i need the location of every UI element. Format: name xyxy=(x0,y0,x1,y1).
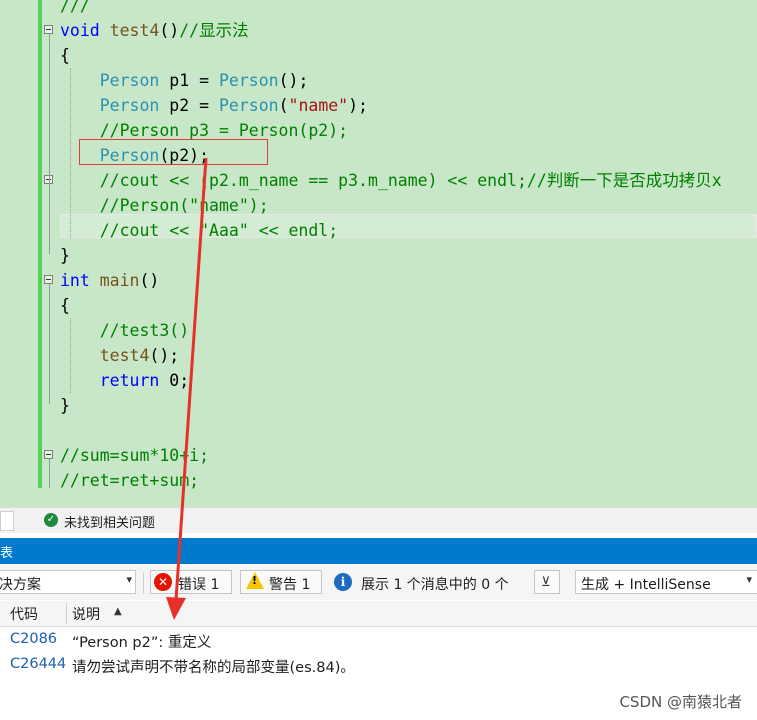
code-editor[interactable]: 6///7void test4()//显示法8{9 Person p1 = Pe… xyxy=(0,0,757,507)
code-line[interactable]: 4//sum=sum*10+i; xyxy=(0,443,757,468)
annotation-highlight-box xyxy=(79,139,268,165)
error-list-toolbar: 决方案 ▾ ✕ 错误 1 ! 警告 1 i 展示 1 个消息中的 0 个 ⊻ 生… xyxy=(0,566,757,600)
error-description: 请勿尝试声明不带名称的局部变量(es.84)。 xyxy=(72,660,355,676)
table-row[interactable]: C26444 请勿尝试声明不带名称的局部变量(es.84)。 xyxy=(0,653,757,678)
column-header-description[interactable]: 说明 xyxy=(72,604,100,624)
code-line[interactable]: 8{ xyxy=(0,43,757,68)
code-line[interactable]: 2} xyxy=(0,393,757,418)
filter-icon: ⊻ xyxy=(541,575,551,590)
fold-guide xyxy=(49,459,50,488)
code-line[interactable]: 8{ xyxy=(0,293,757,318)
column-divider[interactable] xyxy=(66,603,67,624)
error-description: “Person p2”: 重定义 xyxy=(72,635,212,651)
code-text: } xyxy=(60,246,70,265)
code-text: test4(); xyxy=(99,346,180,365)
code-line[interactable]: 0 test4(); xyxy=(0,343,757,368)
zoom-dropdown[interactable] xyxy=(0,511,14,531)
editor-status-strip: ✓ 未找到相关问题 xyxy=(0,507,757,533)
errors-label: 错误 1 xyxy=(178,577,220,593)
sort-ascending-icon: ▲ xyxy=(114,606,122,617)
code-line[interactable]: 1 return 0; xyxy=(0,368,757,393)
code-line[interactable]: 9 Person p1 = Person(); xyxy=(0,68,757,93)
code-text: } xyxy=(60,396,70,415)
table-row[interactable]: C2086 “Person p2”: 重定义 xyxy=(0,628,757,653)
indent-guide xyxy=(70,68,72,238)
code-line[interactable]: 7int main() xyxy=(0,268,757,293)
code-line[interactable]: 4 //Person("name"); xyxy=(0,193,757,218)
error-list-title-bar: 表 xyxy=(0,538,757,564)
error-list-column-header: 代码 说明 ▲ xyxy=(0,601,757,627)
code-text: { xyxy=(60,46,70,65)
code-line[interactable]: 5//ret=ret+sum; xyxy=(0,468,757,493)
code-text: //cout << (p2.m_name == p3.m_name) << en… xyxy=(99,171,722,190)
code-line[interactable]: 9 //test3(); xyxy=(0,318,757,343)
build-intellisense-dropdown[interactable]: 生成 + IntelliSense ▾ xyxy=(575,570,757,594)
code-text: /// xyxy=(60,0,90,15)
code-text: Person p2 = Person("name"); xyxy=(99,96,368,115)
code-text: { xyxy=(60,296,70,315)
code-line[interactable]: 3 xyxy=(0,418,757,443)
code-text: int main() xyxy=(60,271,160,290)
toolbar-divider xyxy=(143,572,144,594)
filter-button[interactable]: ⊻ xyxy=(534,570,560,594)
error-code[interactable]: C26444 xyxy=(10,656,66,672)
warning-icon: ! xyxy=(246,572,264,589)
code-line[interactable]: 3 //cout << (p2.m_name == p3.m_name) << … xyxy=(0,168,757,193)
fold-guide xyxy=(49,34,50,254)
issues-status-text: 未找到相关问题 xyxy=(64,516,156,531)
code-line[interactable]: 0 Person p2 = Person("name"); xyxy=(0,93,757,118)
code-text: void test4()//显示法 xyxy=(60,21,249,40)
messages-filter-button[interactable]: i 展示 1 个消息中的 0 个 xyxy=(330,570,524,594)
column-header-code[interactable]: 代码 xyxy=(10,604,38,624)
check-icon: ✓ xyxy=(44,513,58,527)
warnings-filter-button[interactable]: ! 警告 1 xyxy=(240,570,322,594)
watermark: CSDN @南猿北者 xyxy=(619,693,742,711)
chevron-down-icon: ▾ xyxy=(126,573,132,586)
indent-guide xyxy=(70,318,72,393)
code-text: //test3(); xyxy=(99,321,200,340)
code-text: //cout << "Aaa" << endl; xyxy=(99,221,339,240)
code-line[interactable]: 7void test4()//显示法 xyxy=(0,18,757,43)
code-text: //ret=ret+sum; xyxy=(60,471,200,490)
panel-title: 表 xyxy=(0,546,14,561)
scope-dropdown[interactable]: 决方案 ▾ xyxy=(0,570,136,594)
collapse-icon[interactable] xyxy=(44,275,53,284)
info-icon: i xyxy=(334,573,352,591)
messages-label: 展示 1 个消息中的 0 个 xyxy=(361,577,509,593)
code-line[interactable]: 6/// xyxy=(0,0,757,18)
code-text: return 0; xyxy=(99,371,190,390)
chevron-down-icon: ▾ xyxy=(746,573,752,586)
collapse-icon[interactable] xyxy=(44,25,53,34)
code-line[interactable]: 5 //cout << "Aaa" << endl; xyxy=(0,218,757,243)
collapse-icon[interactable] xyxy=(44,450,53,459)
error-code[interactable]: C2086 xyxy=(10,631,57,647)
scope-value: 决方案 xyxy=(0,577,41,593)
errors-filter-button[interactable]: ✕ 错误 1 xyxy=(150,570,232,594)
code-line[interactable]: 6} xyxy=(0,243,757,268)
build-filter-value: 生成 + IntelliSense xyxy=(581,577,711,593)
code-text: //Person("name"); xyxy=(99,196,269,215)
fold-guide xyxy=(49,284,50,404)
error-icon: ✕ xyxy=(154,573,172,591)
code-text: //sum=sum*10+i; xyxy=(60,446,210,465)
code-text: Person p1 = Person(); xyxy=(99,71,309,90)
warnings-label: 警告 1 xyxy=(269,577,311,593)
